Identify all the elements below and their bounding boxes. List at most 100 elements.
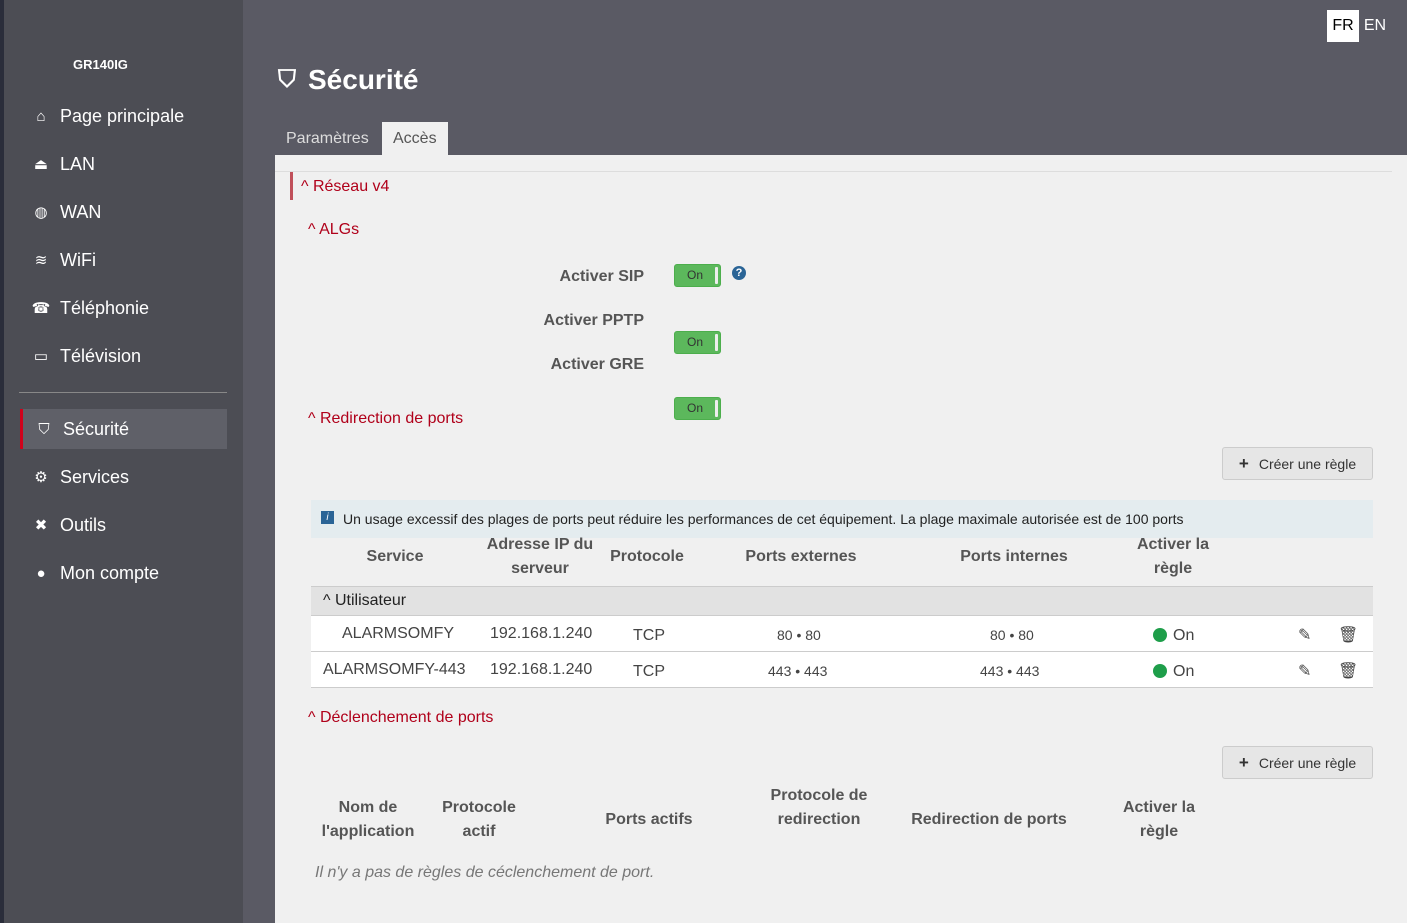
wifi-icon: ≋: [34, 252, 48, 269]
cell-service: ALARMSOMFY: [342, 625, 455, 642]
cell-protocole: TCP: [633, 627, 665, 644]
alg-pptp-label: Activer PPTP: [543, 312, 644, 329]
cell-status: On: [1153, 627, 1194, 645]
section-label: Déclenchement de ports: [319, 709, 494, 726]
col-protocole-redirection: Protocole de redirection: [770, 787, 868, 828]
sidebar-item-lan[interactable]: ⏏ LAN: [20, 144, 227, 184]
page-title-text: Sécurité: [308, 64, 419, 95]
cell-ip: 192.168.1.240: [490, 625, 593, 642]
cell-ports-internes: 443 • 443: [980, 663, 1040, 679]
sidebar: GR140IG ⌂ Page principale ⏏ LAN ◍ WAN ≋ WiFi…: [4, 0, 243, 923]
status-text: On: [1173, 627, 1195, 644]
section-declenchement[interactable]: ^ Déclenchement de ports: [308, 709, 493, 727]
user-icon: ●: [36, 564, 46, 582]
create-rule-button[interactable]: + Créer une règle: [1222, 447, 1373, 480]
section-label: Redirection de ports: [319, 410, 464, 427]
cell-service: ALARMSOMFY-443: [323, 661, 466, 678]
phone-icon: ☎: [31, 300, 51, 317]
col-nom-application: Nom de l'application: [321, 799, 415, 840]
sidebar-item-wifi[interactable]: ≋ WiFi: [20, 240, 227, 280]
sidebar-item-label: LAN: [60, 153, 96, 174]
sidebar-item-label: Sécurité: [63, 418, 130, 439]
sidebar-item-label: Mon compte: [60, 562, 160, 583]
info-icon: i: [321, 510, 334, 524]
tv-icon: ▭: [33, 348, 49, 365]
home-icon: ⌂: [36, 107, 46, 125]
tools-icon: ✖: [34, 517, 48, 534]
lang-fr[interactable]: FR: [1327, 10, 1359, 42]
sidebar-item-label: Page principale: [60, 105, 185, 126]
sidebar-item-label: Services: [60, 466, 130, 487]
gears-icon: ⚙: [34, 469, 48, 486]
section-label: ALGs: [319, 221, 360, 238]
plus-icon: +: [1238, 453, 1249, 473]
col-service: Service: [366, 548, 424, 565]
status-text: On: [1173, 663, 1195, 680]
trash-icon[interactable]: 🗑: [1338, 661, 1358, 681]
cell-ports-externes: 443 • 443: [768, 663, 828, 679]
sidebar-item-label: WAN: [60, 201, 102, 222]
cell-ip: 192.168.1.240: [490, 661, 593, 678]
table-row: ALARMSOMFY 192.168.1.240 TCP 80 • 80 80 …: [311, 616, 1373, 652]
page-title: ⛉ Sécurité: [278, 64, 419, 96]
alg-sip-label: Activer SIP: [559, 268, 644, 285]
cell-status: On: [1153, 663, 1194, 681]
sidebar-item-services[interactable]: ⚙ Services: [20, 457, 227, 497]
sidebar-item-wan[interactable]: ◍ WAN: [20, 192, 227, 232]
section-algs[interactable]: ^ ALGs: [308, 221, 359, 239]
shield-icon: ⛉: [38, 420, 50, 438]
globe-icon: ◍: [34, 204, 48, 221]
empty-message: Il n'y a pas de règles de céclenchement …: [315, 864, 655, 881]
create-trigger-rule-button[interactable]: + Créer une règle: [1222, 746, 1373, 779]
alg-gre-label: Activer GRE: [550, 356, 644, 373]
status-dot: [1153, 664, 1167, 678]
lan-icon: ⏏: [33, 156, 49, 173]
group-label: Utilisateur: [334, 592, 407, 609]
edit-icon[interactable]: ✎: [1298, 625, 1311, 645]
sidebar-item-telephonie[interactable]: ☎ Téléphonie: [20, 288, 227, 328]
col-protocole: Protocole: [610, 548, 684, 565]
sidebar-item-label: WiFi: [60, 249, 96, 270]
button-label: Créer une règle: [1258, 754, 1357, 771]
sidebar-item-label: Téléphonie: [60, 297, 150, 318]
sidebar-item-television[interactable]: ▭ Télévision: [20, 336, 227, 376]
col-protocole-actif: Protocole actif: [442, 799, 516, 840]
cell-ports-externes: 80 • 80: [777, 627, 821, 643]
info-text: Un usage excessif des plages de ports pe…: [343, 511, 1184, 527]
lang-en[interactable]: EN: [1359, 10, 1391, 42]
plus-icon: +: [1238, 752, 1249, 772]
group-utilisateur[interactable]: ^ Utilisateur: [311, 586, 1373, 616]
col-activer-regle: Activer la règle: [1122, 799, 1196, 840]
sidebar-item-label: Outils: [60, 514, 107, 535]
col-ip: Adresse IP du serveur: [486, 536, 594, 577]
sidebar-item-home[interactable]: ⌂ Page principale: [20, 96, 227, 136]
col-ports-internes: Ports internes: [960, 548, 1068, 565]
alg-pptp-toggle[interactable]: On: [674, 331, 721, 354]
section-reseau-v4[interactable]: ^ Réseau v4: [301, 178, 389, 196]
shield-icon: ⛉: [278, 66, 296, 93]
sidebar-divider: [19, 392, 227, 393]
section-redirection[interactable]: ^ Redirection de ports: [308, 410, 463, 428]
content-panel: ^ Réseau v4 ^ ALGs Activer SIP On ? Acti…: [275, 155, 1407, 923]
col-activer: Activer la règle: [1136, 536, 1210, 577]
table-row: ALARMSOMFY-443 192.168.1.240 TCP 443 • 4…: [311, 652, 1373, 688]
tab-parametres[interactable]: Paramètres: [275, 122, 380, 155]
help-icon[interactable]: ?: [732, 266, 746, 280]
cell-protocole: TCP: [633, 663, 665, 680]
col-ports-externes: Ports externes: [745, 548, 857, 565]
section-label: Réseau v4: [312, 178, 390, 195]
alg-sip-toggle[interactable]: On: [674, 264, 721, 287]
device-name: GR140IG: [73, 57, 128, 72]
trash-icon[interactable]: 🗑: [1338, 625, 1358, 645]
sidebar-item-label: Télévision: [60, 345, 142, 366]
status-dot: [1153, 628, 1167, 642]
sidebar-item-securite[interactable]: ⛉ Sécurité: [20, 409, 227, 449]
button-label: Créer une règle: [1258, 455, 1357, 472]
sidebar-item-outils[interactable]: ✖ Outils: [20, 505, 227, 545]
edit-icon[interactable]: ✎: [1298, 661, 1311, 681]
tab-acces[interactable]: Accès: [382, 122, 448, 155]
sidebar-item-compte[interactable]: ● Mon compte: [20, 553, 227, 593]
col-redirection-ports: Redirection de ports: [911, 811, 1067, 828]
cell-ports-internes: 80 • 80: [990, 627, 1034, 643]
alg-gre-toggle[interactable]: On: [674, 397, 721, 420]
